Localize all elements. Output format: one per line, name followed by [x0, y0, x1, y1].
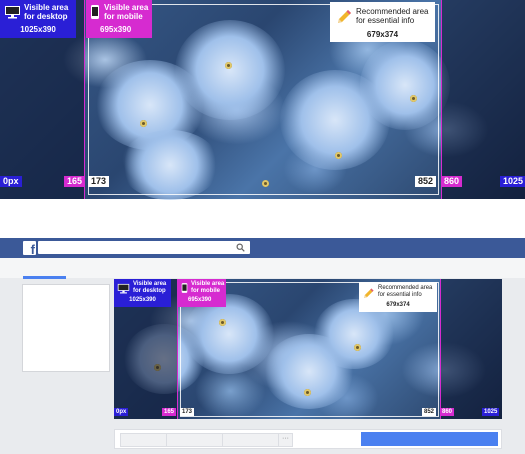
mobile-label-line1: Visible area — [191, 281, 225, 287]
desktop-label-size: 1025x390 — [129, 297, 156, 303]
recommended-area-label: Recommended area for essential info 679x… — [330, 2, 435, 42]
recommended-label-line2: for essential info — [378, 292, 422, 298]
desktop-area-label: Visible area for desktop 1025x390 — [114, 279, 171, 307]
marker-852: 852 — [415, 176, 437, 187]
monitor-icon — [5, 6, 20, 19]
recommended-label-size: 679x374 — [386, 302, 410, 308]
marker-165: 165 — [64, 176, 86, 187]
pencil-icon — [338, 10, 351, 23]
mobile-label-line2: for mobile — [191, 288, 221, 294]
mobile-area-label: Visible area for mobile 695x390 — [86, 0, 152, 38]
marker-1025: 1025 — [482, 408, 500, 416]
marker-173: 173 — [88, 176, 110, 187]
desktop-label-size: 1025x390 — [20, 25, 56, 34]
phone-icon — [91, 5, 99, 19]
nav-tab[interactable] — [222, 433, 280, 447]
monitor-icon — [117, 283, 130, 294]
marker-860: 860 — [441, 176, 463, 187]
marker-1025: 1025 — [500, 176, 525, 187]
mobile-label-line2: for mobile — [104, 12, 143, 21]
top-bar-shadow — [0, 258, 525, 278]
facebook-top-bar: f — [0, 238, 525, 258]
more-button[interactable]: ··· — [278, 433, 293, 447]
recommended-label-line1: Recommended area — [356, 7, 429, 16]
phone-icon — [181, 283, 188, 293]
desktop-label-line1: Visible area — [133, 281, 167, 287]
recommended-label-size: 679x374 — [366, 30, 399, 39]
facebook-logo[interactable]: f — [23, 241, 36, 257]
marker-173: 173 — [180, 408, 195, 416]
mobile-area-label: Visible area for mobile 695x390 — [178, 279, 226, 307]
marker-860: 860 — [440, 408, 455, 416]
profile-nav-bar: ··· — [114, 429, 502, 449]
desktop-only-area-right — [441, 0, 525, 199]
pencil-icon — [364, 288, 374, 298]
marker-165: 165 — [162, 408, 177, 416]
desktop-label-line2: for desktop — [24, 12, 68, 21]
facebook-logo-glyph: f — [30, 242, 35, 257]
recommended-label-line1: Recommended area — [378, 285, 433, 291]
top-cover-preview: Visible area for desktop 1025x390 Visibl… — [0, 0, 525, 200]
desktop-label-line1: Visible area — [24, 3, 69, 12]
nav-tab[interactable] — [166, 433, 224, 447]
mobile-label-line1: Visible area — [104, 3, 149, 12]
recommended-area-label: Recommended area for essential info 679x… — [359, 282, 437, 312]
recommended-label-line2: for essential info — [356, 16, 415, 25]
desktop-area-label: Visible area for desktop 1025x390 — [0, 0, 76, 38]
marker-852: 852 — [422, 408, 437, 416]
desktop-only-area-right — [440, 279, 502, 419]
marker-0px: 0px — [0, 176, 22, 187]
profile-picture-frame — [22, 284, 110, 372]
bottom-cover-preview: Visible area for desktop 1025x390 Visibl… — [114, 279, 502, 419]
profile-tab-underline — [23, 276, 66, 279]
primary-action-button[interactable] — [361, 432, 498, 446]
marker-0px: 0px — [114, 408, 129, 416]
nav-tab[interactable] — [120, 433, 168, 447]
search-icon[interactable] — [236, 243, 245, 252]
mobile-label-size: 695x390 — [188, 297, 212, 303]
desktop-label-line2: for desktop — [133, 288, 166, 294]
search-input[interactable] — [38, 241, 250, 254]
mobile-label-size: 695x390 — [100, 25, 132, 34]
